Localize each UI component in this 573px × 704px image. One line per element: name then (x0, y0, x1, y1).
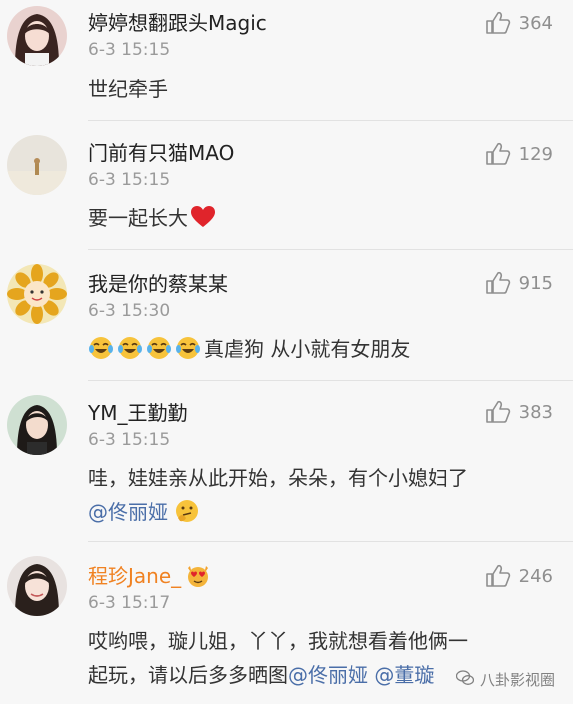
username[interactable]: YM_王勤勤 (88, 400, 187, 426)
avatar[interactable] (7, 264, 67, 324)
thumbs-up-icon (485, 400, 511, 424)
comment-text: 世纪牵手 (88, 77, 168, 101)
like-count: 364 (518, 12, 553, 34)
avatar[interactable] (7, 6, 67, 66)
timestamp: 6-3 15:15 (88, 170, 171, 190)
timestamp: 6-3 15:17 (88, 593, 171, 613)
comment-text-line-1: 哎哟喂，璇儿姐，丫丫，我就想看着他俩一 (88, 629, 468, 653)
timestamp: 6-3 15:15 (88, 40, 171, 60)
comment-text: 哇，娃娃亲从此开始，朵朵，有个小媳妇了 (88, 466, 468, 490)
avatar[interactable] (7, 395, 67, 455)
avatar[interactable] (7, 556, 67, 616)
tears-of-joy-emoji (117, 335, 143, 361)
like-button[interactable]: 129 (485, 142, 553, 166)
wechat-icon (455, 669, 475, 690)
like-button[interactable]: 915 (485, 271, 553, 295)
mention-link[interactable]: @佟丽娅 (288, 663, 368, 687)
timestamp: 6-3 15:30 (88, 301, 171, 321)
username[interactable]: 我是你的蔡某某 (88, 271, 228, 297)
tears-of-joy-emoji (175, 335, 201, 361)
watermark-text: 八卦影视圈 (479, 671, 555, 689)
mention-link[interactable]: @董璇 (374, 663, 434, 687)
watermark: 八卦影视圈 (455, 669, 555, 690)
username[interactable]: 程珍Jane_ (88, 562, 214, 589)
thinking-emoji (174, 498, 200, 524)
comment-item: YM_王勤勤 6-3 15:15 383 哇，娃娃亲从此开始，朵朵，有个小媳妇了… (0, 381, 573, 541)
red-heart-emoji (190, 204, 216, 230)
like-count: 129 (518, 143, 553, 165)
username[interactable]: 婷婷想翻跟头Magic (88, 10, 267, 36)
like-count: 246 (518, 565, 553, 587)
comment-body: 要一起长大 (88, 201, 543, 235)
comment-item: 婷婷想翻跟头Magic 6-3 15:15 364 世纪牵手 (0, 0, 573, 120)
thumbs-up-icon (485, 271, 511, 295)
tears-of-joy-emoji (88, 335, 114, 361)
avatar[interactable] (7, 135, 67, 195)
comment-body: 真虐狗 从小就有女朋友 (88, 332, 543, 366)
username-text: 程珍Jane_ (88, 564, 182, 588)
comment-text: 要一起长大 (88, 206, 188, 230)
thumbs-up-icon (485, 564, 511, 588)
comment-list: 婷婷想翻跟头Magic 6-3 15:15 364 世纪牵手 门前有只猫MAO … (0, 0, 573, 704)
mention-link[interactable]: @佟丽娅 (88, 500, 168, 524)
like-button[interactable]: 383 (485, 400, 553, 424)
comment-body: 哇，娃娃亲从此开始，朵朵，有个小媳妇了 @佟丽娅 (88, 461, 543, 529)
like-button[interactable]: 364 (485, 11, 553, 35)
tears-of-joy-emoji (146, 335, 172, 361)
comment-text: 真虐狗 从小就有女朋友 (204, 337, 411, 361)
username[interactable]: 门前有只猫MAO (88, 140, 234, 166)
like-button[interactable]: 246 (485, 564, 553, 588)
thumbs-up-icon (485, 11, 511, 35)
comment-item: 我是你的蔡某某 6-3 15:30 915 真虐狗 从小就有女朋友 (0, 250, 573, 380)
heart-eyes-cat-emoji (185, 562, 211, 588)
like-count: 383 (518, 401, 553, 423)
thumbs-up-icon (485, 142, 511, 166)
timestamp: 6-3 15:15 (88, 430, 171, 450)
like-count: 915 (518, 272, 553, 294)
comment-text-line-2: 起玩，请以后多多晒图 (88, 663, 288, 687)
comment-item: 门前有只猫MAO 6-3 15:15 129 要一起长大 (0, 121, 573, 249)
